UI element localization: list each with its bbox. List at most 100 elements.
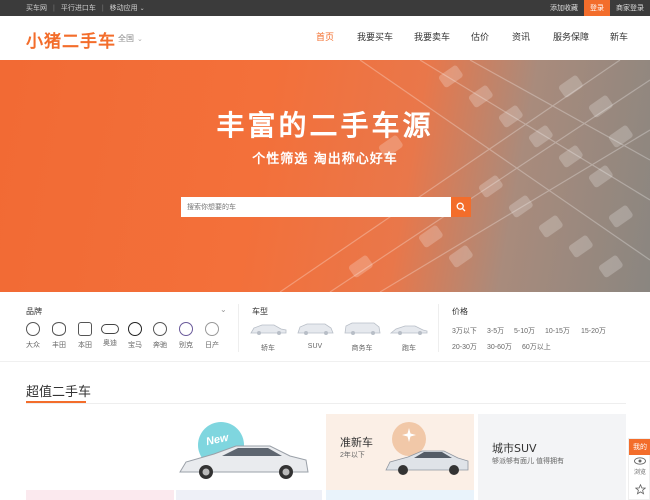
- card-subtitle: 够派够有面儿 值得拥有: [492, 458, 564, 465]
- type-label: 商务车: [351, 345, 373, 352]
- promo-card-row2[interactable]: [478, 490, 626, 500]
- price-option[interactable]: 3-5万: [487, 326, 504, 336]
- card-title: 城市SUV: [492, 442, 537, 455]
- login-button[interactable]: 登录: [584, 0, 610, 16]
- type-suv[interactable]: SUV: [295, 322, 335, 350]
- star-icon: [634, 483, 646, 495]
- promo-card-row2[interactable]: [26, 490, 174, 500]
- card-subtitle: 2年以下: [340, 452, 365, 459]
- brand-toyota[interactable]: 丰田: [48, 322, 70, 350]
- promo-card-main[interactable]: New: [26, 414, 322, 490]
- bmw-logo-icon: [128, 322, 142, 336]
- nav-newcar[interactable]: 新车: [610, 30, 628, 43]
- merchant-login-link[interactable]: 商家登录: [610, 0, 650, 16]
- separator: |: [53, 4, 55, 12]
- price-option[interactable]: 30-60万: [487, 342, 512, 352]
- nav-service[interactable]: 服务保障: [553, 30, 589, 43]
- buick-logo-icon: [179, 322, 193, 336]
- side-my-button[interactable]: 我的: [629, 439, 650, 455]
- car-image: [179, 445, 309, 479]
- nav-valuation[interactable]: 估价: [471, 30, 489, 43]
- side-collect-button[interactable]: [629, 479, 650, 499]
- top-bar: 买车网 | 平行进口车 | 移动应用 ⌄ 添加收藏 登录 商家登录: [0, 0, 650, 16]
- chevron-down-icon[interactable]: ⌄: [220, 305, 227, 314]
- parking-lot-illustration: [279, 60, 650, 292]
- promo-card-row2[interactable]: [176, 490, 322, 500]
- price-option[interactable]: 60万以上: [522, 342, 551, 352]
- chevron-down-icon: ⌄: [139, 5, 145, 12]
- search-input[interactable]: [181, 197, 451, 217]
- header: 小猪二手车 全国 ⌄ 首页 我要买车 我要卖车 估价 资讯 服务保障 新车: [0, 16, 650, 60]
- top-links: 买车网 | 平行进口车 | 移动应用 ⌄: [26, 0, 145, 16]
- price-option[interactable]: 20-30万: [452, 342, 477, 352]
- price-option[interactable]: 3万以下: [452, 326, 477, 336]
- brand-label: 别克: [179, 342, 193, 349]
- divider: [438, 304, 439, 352]
- mpv-icon: [344, 322, 381, 335]
- section-rule: [26, 403, 626, 404]
- brand-label: 本田: [78, 342, 92, 349]
- price-option[interactable]: 5-10万: [514, 326, 535, 336]
- sportscar-icon: [389, 325, 428, 335]
- promo-card-row2[interactable]: [326, 490, 474, 500]
- brand-label: 大众: [26, 342, 40, 349]
- promo-card-near-new[interactable]: 准新车 2年以下: [326, 414, 474, 490]
- divider: [238, 304, 239, 352]
- car-image: [385, 450, 469, 475]
- filter-panel: 品牌 ⌄ 大众 丰田 本田 奥迪 宝马 奔驰 别克 日产 车型 轿车 SUV 商…: [0, 292, 650, 362]
- top-right: 添加收藏 登录 商家登录: [544, 0, 650, 16]
- brand-label: 宝马: [128, 342, 142, 349]
- promo-card-suv[interactable]: 城市SUV 够派够有面儿 值得拥有: [478, 414, 626, 490]
- sedan-icon: [250, 324, 287, 335]
- card-title: 准新车: [340, 436, 373, 449]
- side-browse-label: 浏览: [633, 470, 646, 476]
- type-sports[interactable]: 跑车: [389, 322, 429, 353]
- suv-icon: [297, 323, 334, 335]
- brand-label: 奥迪: [103, 340, 117, 347]
- nissan-logo-icon: [205, 322, 219, 336]
- type-title: 车型: [252, 307, 268, 316]
- audi-logo-icon: [101, 324, 119, 334]
- price-option[interactable]: 15-20万: [581, 326, 606, 336]
- vw-logo-icon: [26, 322, 40, 336]
- search-button[interactable]: [451, 197, 471, 217]
- benz-logo-icon: [153, 322, 167, 336]
- brand-label: 日产: [205, 342, 219, 349]
- top-link-buycar[interactable]: 买车网: [26, 3, 47, 13]
- top-link-mobile[interactable]: 移动应用: [110, 3, 138, 13]
- eye-icon: [634, 457, 646, 465]
- brand-buick[interactable]: 别克: [175, 322, 197, 350]
- hero-banner: 丰富的二手车源 个性筛选 淘出称心好车: [0, 60, 650, 292]
- side-browse-button[interactable]: 浏览: [629, 455, 650, 479]
- sparkle-icon: [402, 428, 416, 442]
- brand-honda[interactable]: 本田: [74, 322, 96, 350]
- nav-sell[interactable]: 我要卖车: [414, 30, 450, 43]
- nav-buy[interactable]: 我要买车: [357, 30, 393, 43]
- top-link-import[interactable]: 平行进口车: [61, 3, 96, 13]
- add-favorite-link[interactable]: 添加收藏: [544, 0, 584, 16]
- toyota-logo-icon: [52, 322, 66, 336]
- brand-label: 奔驰: [153, 342, 167, 349]
- brand-title: 品牌: [26, 307, 42, 316]
- type-sedan[interactable]: 轿车: [248, 322, 288, 353]
- hero-subtitle: 个性筛选 淘出称心好车: [252, 152, 398, 167]
- nav-news[interactable]: 资讯: [512, 30, 530, 43]
- brand-benz[interactable]: 奔驰: [149, 322, 171, 350]
- honda-logo-icon: [78, 322, 92, 336]
- price-option[interactable]: 10-15万: [545, 326, 570, 336]
- type-mpv[interactable]: 商务车: [342, 322, 382, 353]
- brand-bmw[interactable]: 宝马: [124, 322, 146, 350]
- separator: |: [101, 4, 104, 12]
- hero-title: 丰富的二手车源: [216, 109, 434, 142]
- type-label: SUV: [307, 343, 323, 350]
- brand-audi[interactable]: 奥迪: [99, 322, 121, 348]
- brand-vw[interactable]: 大众: [22, 322, 44, 350]
- type-label: 轿车: [261, 345, 275, 352]
- main-nav: 首页 我要买车 我要卖车 估价 资讯 服务保障 新车: [0, 30, 650, 46]
- brand-nissan[interactable]: 日产: [201, 322, 223, 350]
- price-title: 价格: [452, 307, 468, 316]
- search-icon: [456, 202, 466, 212]
- side-toolbar: 我的 浏览: [628, 438, 650, 500]
- nav-home[interactable]: 首页: [316, 30, 334, 43]
- type-label: 跑车: [402, 345, 416, 352]
